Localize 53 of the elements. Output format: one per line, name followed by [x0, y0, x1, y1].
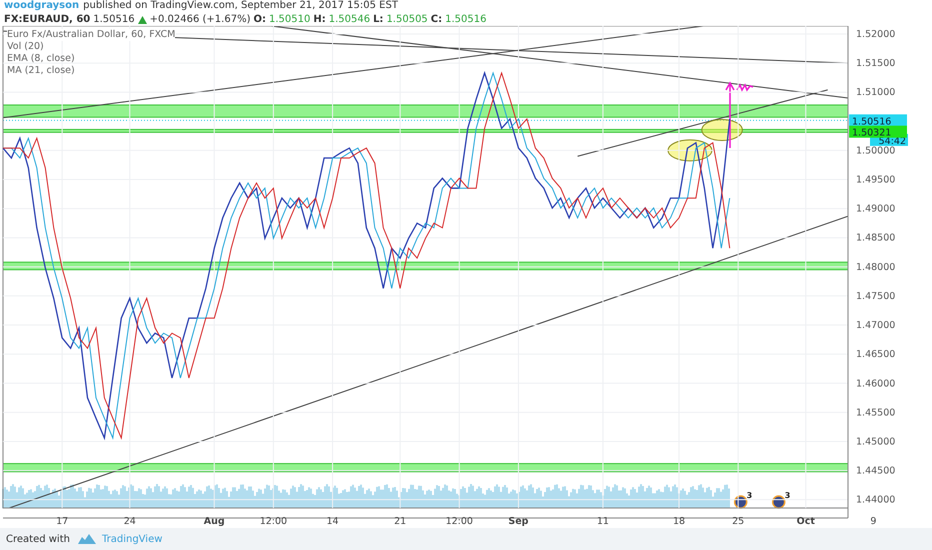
symbol-label: FX:EURAUD, 60	[4, 14, 90, 25]
time-axis-label: 12:00	[260, 516, 288, 527]
published-text: published on TradingView.com, September 21, 2017 15:05 EST	[83, 0, 398, 13]
time-axis-label: 14	[326, 516, 339, 527]
last-price: 1.50516	[93, 14, 135, 25]
price-tag: 1.50321	[849, 126, 907, 139]
time-axis-label: Oct	[796, 516, 815, 527]
highlight-ellipse	[668, 139, 712, 162]
cloud-icon	[76, 534, 96, 544]
price-axis-label: 1.44000	[856, 494, 896, 506]
hand-drawn-arrow-drawing	[725, 81, 754, 149]
time-axis-label: 9	[870, 516, 876, 527]
price-axis-label: 1.47000	[856, 320, 896, 332]
ohlc-value: 1.50510	[268, 14, 310, 25]
legend-text: EMA (8, close)	[7, 53, 75, 65]
price-change: +0.02466 (+1.67%)	[150, 14, 250, 25]
price-axis-label: 1.48500	[856, 232, 896, 244]
time-axis-label: 25	[732, 516, 744, 527]
up-triangle-icon	[138, 16, 147, 24]
ohlc-value: 1.50546	[328, 14, 370, 25]
time-axis-label: Aug	[204, 516, 225, 527]
time-axis-label: 21	[394, 516, 406, 527]
price-axis-label: 1.52000	[856, 28, 896, 40]
legend-text: MA (21, close)	[7, 65, 75, 77]
price-axis-label: 1.45500	[856, 407, 896, 418]
price-axis-label: 1.49500	[856, 174, 896, 186]
created-with-text: Created with	[6, 534, 70, 544]
price-axis-label: 1.46000	[856, 378, 896, 390]
price-axis-label: 1.48000	[856, 262, 896, 273]
price-axis-label: 1.44500	[856, 466, 896, 477]
price-tag: 1.50516	[849, 114, 907, 128]
legend-text: Vol (20)	[7, 41, 44, 53]
highlight-ellipse	[701, 119, 743, 141]
ohlc-label: O:	[253, 14, 266, 25]
price-axis-label: 1.50000	[856, 145, 896, 156]
price-axis-label: 1.45000	[856, 436, 896, 448]
price-axis-label: 1.51000	[856, 87, 896, 98]
time-axis-label: 17	[56, 516, 68, 527]
time-axis-label: 12:00	[446, 516, 473, 527]
time-axis-label: 24	[124, 516, 136, 527]
time-axis-label: Sep	[508, 516, 528, 527]
price-axis-label: 1.47500	[856, 290, 896, 302]
price-axis-label: 1.49000	[856, 204, 896, 215]
time-axis-label: 11	[596, 516, 609, 527]
price-axis-label: 1.51500	[856, 58, 896, 70]
ohlc-label: L:	[373, 14, 384, 25]
ohlc-label: C:	[430, 14, 442, 25]
time-axis-label: 18	[672, 516, 686, 527]
ohlc-value: 1.50505	[386, 14, 428, 25]
ohlc-value: 1.50516	[445, 14, 486, 25]
ohlc-label: H:	[313, 14, 326, 25]
price-axis-label: 1.46500	[856, 349, 896, 360]
legend-text: Euro Fx/Australian Dollar, 60, FXCM	[7, 29, 176, 41]
